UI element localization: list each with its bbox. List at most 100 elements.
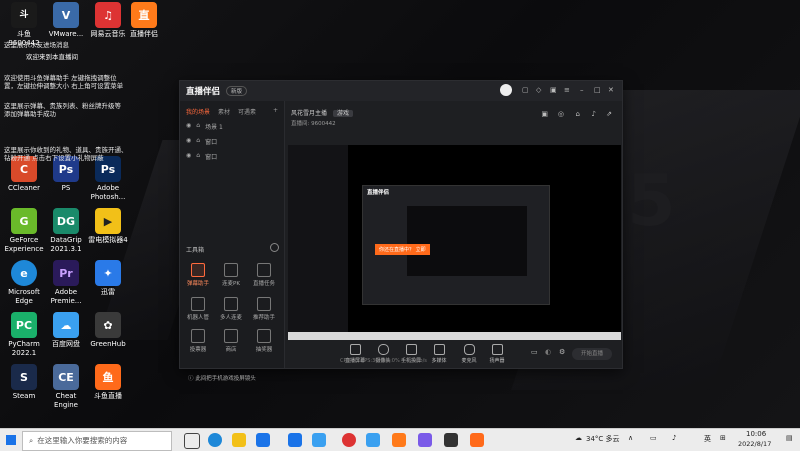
skin-icon[interactable]: ◇ [536,86,541,94]
lock-icon[interactable]: ⌂ [576,110,580,118]
tool-recommend[interactable]: 推荐助手 [249,297,279,321]
scene-item[interactable]: ◉ ⌂ 场景 1 [180,119,284,134]
taskbar-search-input[interactable]: ⌕ 在这里输入你要搜索的内容 [22,431,172,451]
preview-nested-popup: 你还在直播中？ 立即 [375,244,430,255]
lock-icon[interactable]: ⌂ [196,152,200,161]
gift-icon[interactable]: ▣ [550,86,557,94]
desktop-icon[interactable]: ✦ 迅雷 [86,260,130,297]
camera-icon [377,344,389,355]
tool-multi-link[interactable]: 多人连麦 [216,297,246,321]
desktop-icon[interactable]: Ps Adobe Photosh... [86,156,130,202]
left-tabs: 我的场景 素材 可遇素 + [180,101,284,119]
desktop-icon[interactable]: ✿ GreenHub [86,312,130,349]
toolbox-header: 工具箱 [186,247,205,254]
avatar[interactable] [500,84,512,96]
visible-icon[interactable]: ◉ [186,152,191,161]
speaker-button[interactable]: 扬声器 [485,344,509,364]
tool-lottery[interactable]: 抽奖器 [249,329,279,353]
room-title[interactable]: 风花雪月主播 [291,110,327,117]
toolbox-collapse-icon[interactable] [270,243,279,252]
live-companion-taskbar-icon[interactable] [470,433,484,447]
explorer-taskbar-icon[interactable] [232,433,246,447]
clock-time[interactable]: 10:06 [746,430,766,438]
start-live-button[interactable]: 开始直播 [572,348,612,360]
desktop-icon[interactable]: ▶ 雷电模拟器4 [86,208,130,245]
link-icon [224,297,238,311]
show-hidden-icons[interactable]: ∧ [628,434,633,442]
tool-danmaku-assistant[interactable]: 弹幕助手 [183,263,213,287]
room-category-tag[interactable]: 游戏 [332,110,353,117]
task-view-icon[interactable] [184,433,200,449]
tool-vote[interactable]: 投票器 [183,329,213,353]
desktop-icon[interactable]: S Steam [2,364,46,401]
store-taskbar-icon[interactable] [256,433,270,447]
lock-icon[interactable]: ⌂ [196,122,200,131]
weather-icon[interactable]: ☁ [575,434,582,442]
app-logo: 直播伴侣 [186,87,221,97]
desktop-icon[interactable]: PC PyCharm 2022.1 [2,312,46,358]
desktop-icon[interactable]: CE Cheat Engine [44,364,88,410]
microphone-button[interactable]: 麦克风 [457,344,481,364]
baidu-taskbar-icon[interactable] [366,433,380,447]
netease-taskbar-icon[interactable] [342,433,356,447]
welcome-text: 欢迎来到本直播间 [26,53,78,61]
desktop-icon[interactable]: Pr Adobe Premie... [44,260,88,306]
performance-stats: CPU:0% FPS:30 丢帧:0% 上行:0Kb/s [340,358,427,364]
beauty-icon[interactable]: ◐ [545,348,551,356]
lock-icon[interactable]: ⌂ [196,137,200,146]
network-icon[interactable]: ▭ [650,434,657,442]
desktop-icon[interactable]: V VMware... [44,2,88,39]
tool-pk[interactable]: 连麦PK [216,263,246,287]
douyu-taskbar-icon[interactable] [392,433,406,447]
minimize-icon[interactable]: – [580,86,584,94]
visible-icon[interactable]: ◉ [186,137,191,146]
app-taskbar-icon[interactable] [312,433,326,447]
desktop-icon[interactable]: e Microsoft Edge [2,260,46,306]
desktop-icon[interactable]: ☁ 百度网盘 [44,312,88,349]
desktop-icon[interactable]: 鱼斗鱼直播 [86,364,130,401]
edge-taskbar-icon[interactable] [208,433,222,447]
media-icon [433,344,445,355]
record-icon[interactable]: ▭ [531,348,538,356]
scene-item[interactable]: ◉ ⌂ 窗口 [180,149,284,164]
settings-icon[interactable]: ≡ [564,86,570,94]
source-media-button[interactable]: 多媒体 [427,344,451,364]
mail-taskbar-icon[interactable] [288,433,302,447]
scene-item[interactable]: ◉ ⌂ 窗口 [180,134,284,149]
live-preview-canvas[interactable]: 直播伴侣 你还在直播中？ 立即 [288,145,621,340]
visible-icon[interactable]: ◉ [186,122,191,131]
gift-icon[interactable]: ▣ [541,110,548,118]
camera-icon[interactable]: ◎ [558,110,564,118]
weather-text[interactable]: 34°C 多云 [586,434,620,444]
tool-label: 弹幕助手 [186,281,209,287]
close-icon[interactable]: ✕ [608,86,614,94]
desktop-icon[interactable]: 直直播伴侣 [122,2,166,39]
maximize-icon[interactable]: □ [594,86,601,94]
settings-icon[interactable]: ⚙ [559,348,565,356]
preview-nested-window: 直播伴侣 你还在直播中？ 立即 [362,185,550,305]
input-mode-icon[interactable]: ⊞ [720,434,726,442]
window-titlebar: 直播伴侣 新版 ▢ ◇ ▣ ≡ – □ ✕ [180,81,622,101]
windows-start-icon[interactable] [6,435,16,445]
chat-taskbar-icon[interactable] [418,433,432,447]
share-icon[interactable]: ⇗ [606,110,612,118]
add-scene-icon[interactable]: + [273,107,278,116]
notify-icon[interactable]: ♪ [592,110,596,118]
desktop-icon[interactable]: G GeForce Experience [2,208,46,254]
tool-robot[interactable]: 机器人管 [183,297,213,321]
volume-icon[interactable]: ♪ [672,434,676,442]
mobile-cast-promo[interactable]: ⓘ 此间把手机游戏投屏镜头 [188,374,256,382]
tool-shop[interactable]: 商店 [216,329,246,353]
tab-my-scenes[interactable]: 我的场景 [186,107,210,116]
version-badge[interactable]: 新版 [226,86,248,96]
tab-materials[interactable]: 素材 [218,107,230,116]
tab-available[interactable]: 可遇素 [238,107,256,116]
source-toolbar: 直播屏幕 摄像头 手机投屏 多媒体 麦克风 扬声器 ▭ ◐ ⚙ 开始直播 [285,342,622,368]
input-language[interactable]: 英 [704,434,711,444]
terminal-taskbar-icon[interactable] [444,433,458,447]
notification-icon[interactable]: ▤ [786,434,793,442]
clock-date[interactable]: 2022/8/17 [738,440,771,448]
message-icon[interactable]: ▢ [522,86,529,94]
tool-tasks[interactable]: 直播任务 [249,263,279,287]
desktop-icon[interactable]: DG DataGrip 2021.3.1 [44,208,88,254]
